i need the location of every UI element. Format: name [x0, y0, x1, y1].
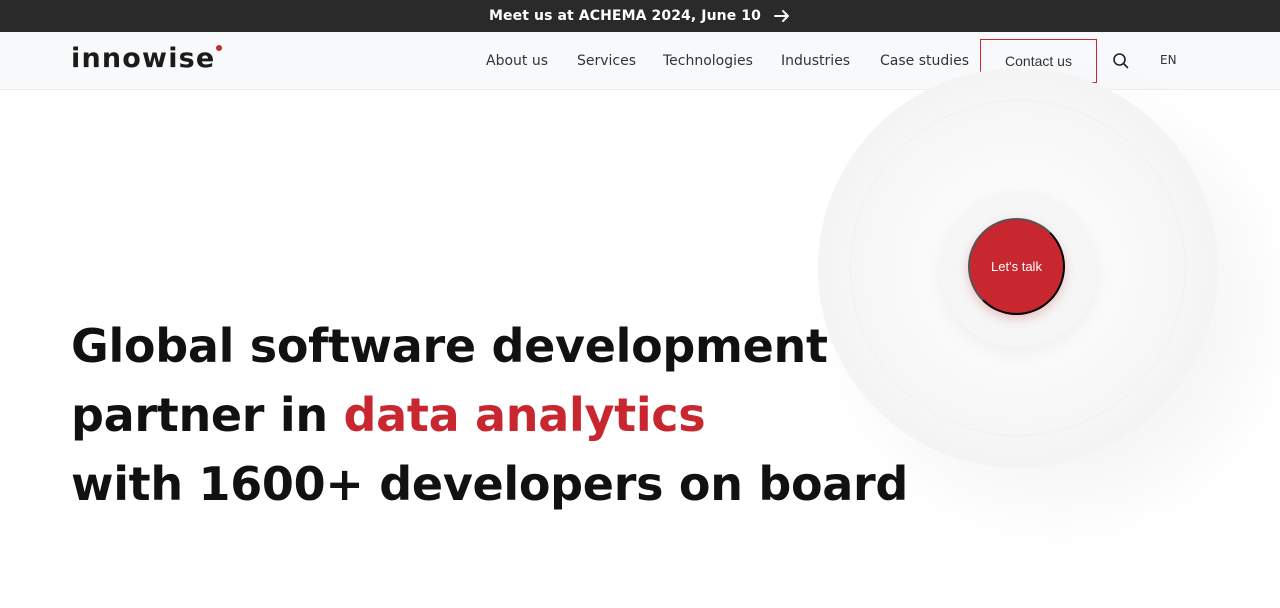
arrow-right-icon: [773, 7, 791, 25]
lets-talk-button[interactable]: Let's talk: [968, 218, 1065, 315]
logo-text: innowise: [71, 43, 216, 74]
language-selector[interactable]: EN: [1160, 32, 1177, 90]
hero-line-1: Global software development: [71, 319, 828, 373]
announcement-bar[interactable]: Meet us at ACHEMA 2024, June 10: [0, 0, 1280, 32]
logo-dot: [216, 45, 223, 51]
nav-technologies[interactable]: Technologies: [663, 32, 753, 90]
hero-highlight: data analytics: [343, 388, 706, 442]
innowise-logo[interactable]: innowise: [71, 42, 223, 76]
nav-industries[interactable]: Industries: [781, 32, 850, 90]
announcement-text: Meet us at ACHEMA 2024, June 10: [489, 8, 761, 24]
nav-about-us[interactable]: About us: [486, 32, 548, 90]
hero-heading: Global software development partner in d…: [71, 312, 971, 519]
hero-line-2-prefix: partner in: [71, 388, 344, 442]
hero-line-3: with 1600+ developers on board: [71, 457, 909, 511]
nav-services[interactable]: Services: [577, 32, 636, 90]
search-icon[interactable]: [1112, 52, 1130, 70]
